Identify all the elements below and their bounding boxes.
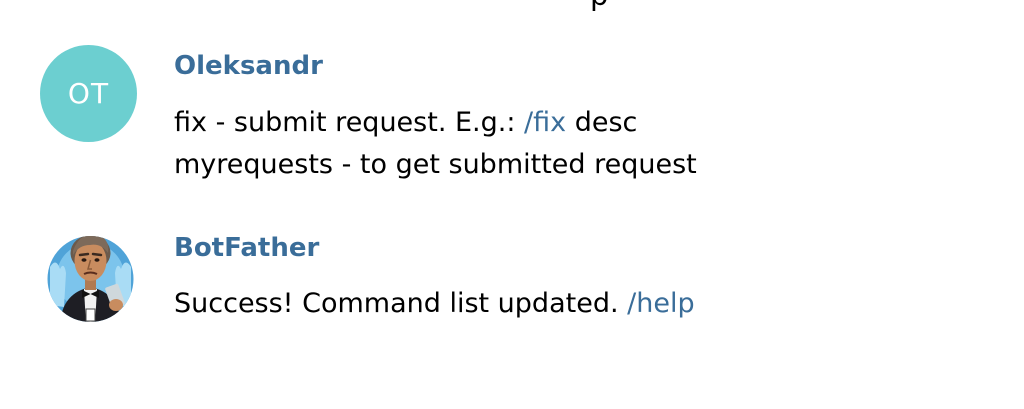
message-text: Success! Command list updated. /help [174,283,695,325]
previous-message-fragment: p [0,0,1024,30]
avatar[interactable]: OT [40,45,137,142]
command-link-help[interactable]: /help [627,288,694,319]
message-text-segment: Success! Command list updated. [174,288,628,319]
avatar-initials: OT [67,77,110,110]
message-text: fix - submit request. E.g.: /fix desc my… [174,102,697,186]
message-text-segment: desc [566,107,638,138]
previous-message-text: p [590,0,608,12]
botfather-avatar-graphic [47,236,134,322]
command-link-fix[interactable]: /fix [524,107,566,138]
botfather-avatar-icon[interactable] [46,227,135,324]
chat-history: p OT Oleksandr fix - submit request. E.g… [0,0,1024,409]
sender-name[interactable]: BotFather [174,233,319,263]
message-line: fix - submit request. E.g.: /fix desc [174,102,697,144]
message-line: myrequests - to get submitted request [174,149,697,180]
sender-name[interactable]: Oleksandr [174,51,323,81]
message-line: Success! Command list updated. /help [174,283,695,325]
message-text-segment: fix - submit request. E.g.: [174,107,525,138]
